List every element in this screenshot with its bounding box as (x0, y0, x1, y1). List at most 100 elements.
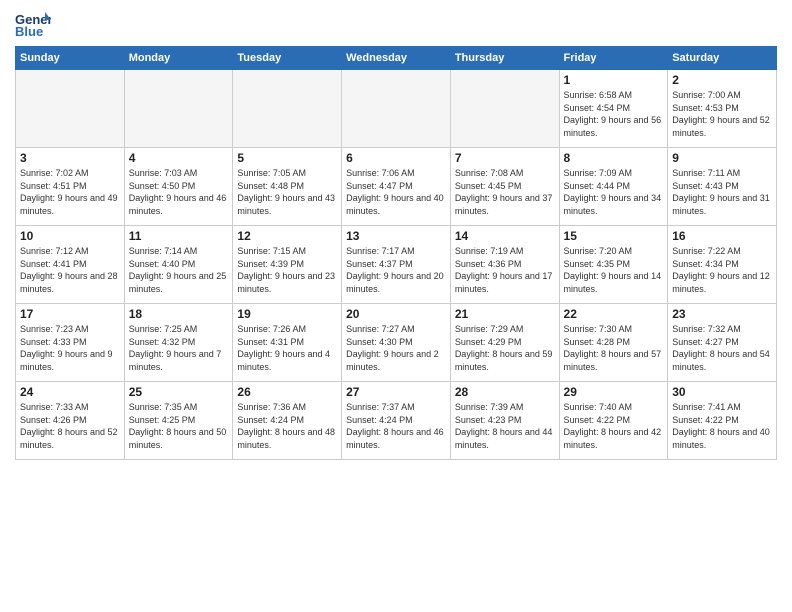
day-number: 27 (346, 385, 446, 399)
day-info: Sunrise: 7:14 AM Sunset: 4:40 PM Dayligh… (129, 245, 229, 295)
day-info: Sunrise: 7:41 AM Sunset: 4:22 PM Dayligh… (672, 401, 772, 451)
day-info: Sunrise: 7:39 AM Sunset: 4:23 PM Dayligh… (455, 401, 555, 451)
day-info: Sunrise: 7:12 AM Sunset: 4:41 PM Dayligh… (20, 245, 120, 295)
page-container: General Blue SundayMondayTuesdayWednesda… (0, 0, 792, 465)
calendar-cell: 10 Sunrise: 7:12 AM Sunset: 4:41 PM Dayli… (16, 226, 125, 304)
calendar-body: 1 Sunrise: 6:58 AM Sunset: 4:54 PM Daylig… (16, 70, 777, 460)
logo: General Blue (15, 10, 51, 40)
calendar-cell (342, 70, 451, 148)
calendar-cell: 9Sunrise: 7:11 AM Sunset: 4:43 PM Daylig… (668, 148, 777, 226)
day-number: 15 (564, 229, 664, 243)
calendar-header-row: SundayMondayTuesdayWednesdayThursdayFrid… (16, 47, 777, 70)
day-number: 22 (564, 307, 664, 321)
calendar-cell (233, 70, 342, 148)
day-info: Sunrise: 7:33 AM Sunset: 4:26 PM Dayligh… (20, 401, 120, 451)
day-number: 7 (455, 151, 555, 165)
day-number: 25 (129, 385, 229, 399)
header-cell-wednesday: Wednesday (342, 47, 451, 70)
day-info: Sunrise: 7:35 AM Sunset: 4:25 PM Dayligh… (129, 401, 229, 451)
day-number: 4 (129, 151, 229, 165)
header-cell-sunday: Sunday (16, 47, 125, 70)
day-info: Sunrise: 7:19 AM Sunset: 4:36 PM Dayligh… (455, 245, 555, 295)
calendar-cell: 11 Sunrise: 7:14 AM Sunset: 4:40 PM Dayli… (124, 226, 233, 304)
header-cell-friday: Friday (559, 47, 668, 70)
calendar-cell (124, 70, 233, 148)
day-number: 3 (20, 151, 120, 165)
calendar-week-1: 3 Sunrise: 7:02 AM Sunset: 4:51 PM Daylig… (16, 148, 777, 226)
calendar-table: SundayMondayTuesdayWednesdayThursdayFrid… (15, 46, 777, 460)
day-info: Sunrise: 7:08 AM Sunset: 4:45 PM Dayligh… (455, 167, 555, 217)
day-number: 14 (455, 229, 555, 243)
calendar-week-3: 17 Sunrise: 7:23 AM Sunset: 4:33 PM Dayli… (16, 304, 777, 382)
day-number: 17 (20, 307, 120, 321)
day-number: 26 (237, 385, 337, 399)
day-number: 13 (346, 229, 446, 243)
day-number: 5 (237, 151, 337, 165)
calendar-week-4: 24 Sunrise: 7:33 AM Sunset: 4:26 PM Dayli… (16, 382, 777, 460)
day-number: 9 (672, 151, 772, 165)
header-cell-saturday: Saturday (668, 47, 777, 70)
day-number: 12 (237, 229, 337, 243)
calendar-cell: 12 Sunrise: 7:15 AM Sunset: 4:39 PM Dayli… (233, 226, 342, 304)
day-info: Sunrise: 7:06 AM Sunset: 4:47 PM Dayligh… (346, 167, 446, 217)
calendar-cell: 3 Sunrise: 7:02 AM Sunset: 4:51 PM Daylig… (16, 148, 125, 226)
logo-icon: General Blue (15, 10, 51, 40)
day-number: 21 (455, 307, 555, 321)
day-info: Sunrise: 7:32 AM Sunset: 4:27 PM Dayligh… (672, 323, 772, 373)
day-number: 24 (20, 385, 120, 399)
calendar-cell: 30 Sunrise: 7:41 AM Sunset: 4:22 PM Dayli… (668, 382, 777, 460)
day-number: 30 (672, 385, 772, 399)
day-number: 29 (564, 385, 664, 399)
header: General Blue (15, 10, 777, 40)
calendar-week-0: 1 Sunrise: 6:58 AM Sunset: 4:54 PM Daylig… (16, 70, 777, 148)
header-cell-thursday: Thursday (450, 47, 559, 70)
day-info: Sunrise: 7:25 AM Sunset: 4:32 PM Dayligh… (129, 323, 229, 373)
calendar-cell: 8 Sunrise: 7:09 AM Sunset: 4:44 PM Daylig… (559, 148, 668, 226)
day-number: 20 (346, 307, 446, 321)
calendar-cell: 1 Sunrise: 6:58 AM Sunset: 4:54 PM Daylig… (559, 70, 668, 148)
calendar-cell (16, 70, 125, 148)
day-info: Sunrise: 7:40 AM Sunset: 4:22 PM Dayligh… (564, 401, 664, 451)
day-info: Sunrise: 7:22 AM Sunset: 4:34 PM Dayligh… (672, 245, 772, 295)
day-info: Sunrise: 7:03 AM Sunset: 4:50 PM Dayligh… (129, 167, 229, 217)
calendar-cell: 26Sunrise: 7:36 AM Sunset: 4:24 PM Dayli… (233, 382, 342, 460)
day-info: Sunrise: 7:20 AM Sunset: 4:35 PM Dayligh… (564, 245, 664, 295)
calendar-cell: 24 Sunrise: 7:33 AM Sunset: 4:26 PM Dayli… (16, 382, 125, 460)
calendar-cell: 16 Sunrise: 7:22 AM Sunset: 4:34 PM Dayli… (668, 226, 777, 304)
day-number: 28 (455, 385, 555, 399)
header-cell-tuesday: Tuesday (233, 47, 342, 70)
calendar-cell: 25 Sunrise: 7:35 AM Sunset: 4:25 PM Dayli… (124, 382, 233, 460)
day-number: 10 (20, 229, 120, 243)
day-info: Sunrise: 7:02 AM Sunset: 4:51 PM Dayligh… (20, 167, 120, 217)
day-info: Sunrise: 7:23 AM Sunset: 4:33 PM Dayligh… (20, 323, 120, 373)
day-info: Sunrise: 7:30 AM Sunset: 4:28 PM Dayligh… (564, 323, 664, 373)
calendar-cell: 13 Sunrise: 7:17 AM Sunset: 4:37 PM Dayli… (342, 226, 451, 304)
day-number: 11 (129, 229, 229, 243)
header-cell-monday: Monday (124, 47, 233, 70)
day-number: 1 (564, 73, 664, 87)
calendar-cell: 27 Sunrise: 7:37 AM Sunset: 4:24 PM Dayli… (342, 382, 451, 460)
calendar-cell (450, 70, 559, 148)
day-info: Sunrise: 6:58 AM Sunset: 4:54 PM Dayligh… (564, 89, 664, 139)
day-number: 6 (346, 151, 446, 165)
calendar-cell: 19Sunrise: 7:26 AM Sunset: 4:31 PM Dayli… (233, 304, 342, 382)
calendar-cell: 28 Sunrise: 7:39 AM Sunset: 4:23 PM Dayli… (450, 382, 559, 460)
day-number: 2 (672, 73, 772, 87)
calendar-cell: 29 Sunrise: 7:40 AM Sunset: 4:22 PM Dayli… (559, 382, 668, 460)
day-info: Sunrise: 7:27 AM Sunset: 4:30 PM Dayligh… (346, 323, 446, 373)
day-info: Sunrise: 7:17 AM Sunset: 4:37 PM Dayligh… (346, 245, 446, 295)
calendar-cell: 5 Sunrise: 7:05 AM Sunset: 4:48 PM Daylig… (233, 148, 342, 226)
calendar-cell: 20 Sunrise: 7:27 AM Sunset: 4:30 PM Dayli… (342, 304, 451, 382)
day-info: Sunrise: 7:15 AM Sunset: 4:39 PM Dayligh… (237, 245, 337, 295)
day-info: Sunrise: 7:00 AM Sunset: 4:53 PM Dayligh… (672, 89, 772, 139)
calendar-cell: 22 Sunrise: 7:30 AM Sunset: 4:28 PM Dayli… (559, 304, 668, 382)
day-number: 8 (564, 151, 664, 165)
calendar-cell: 7 Sunrise: 7:08 AM Sunset: 4:45 PM Daylig… (450, 148, 559, 226)
day-info: Sunrise: 7:37 AM Sunset: 4:24 PM Dayligh… (346, 401, 446, 451)
calendar-cell: 21Sunrise: 7:29 AM Sunset: 4:29 PM Dayli… (450, 304, 559, 382)
day-number: 16 (672, 229, 772, 243)
calendar-week-2: 10 Sunrise: 7:12 AM Sunset: 4:41 PM Dayli… (16, 226, 777, 304)
day-info: Sunrise: 7:05 AM Sunset: 4:48 PM Dayligh… (237, 167, 337, 217)
day-info: Sunrise: 7:09 AM Sunset: 4:44 PM Dayligh… (564, 167, 664, 217)
day-number: 19 (237, 307, 337, 321)
